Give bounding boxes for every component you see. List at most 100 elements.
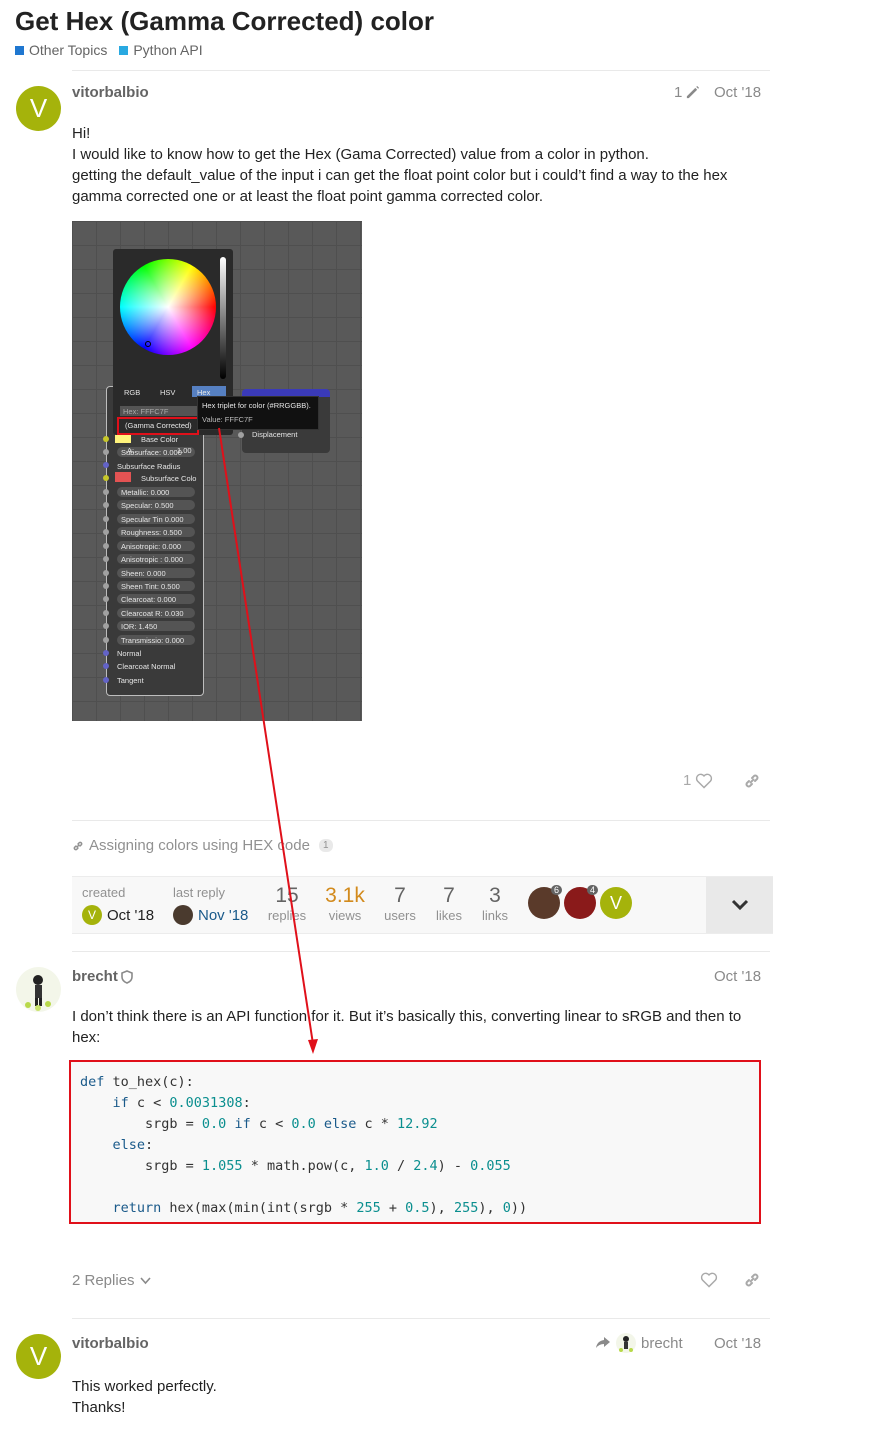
avatar-letter: V [609,892,622,913]
link-icon[interactable] [743,1271,761,1289]
node-row: Specular: 0.500 [121,501,174,510]
last-reply-label: last reply [173,885,226,900]
code-block[interactable]: def to_hex(c): if c < 0.0031308: srgb = … [69,1060,761,1224]
category-color-swatch [15,45,24,55]
stat-value: 3.1k [325,884,365,907]
last-reply-date: Nov '18 [198,906,249,924]
subsurface-color-swatch [115,472,131,482]
category-python-api[interactable]: Python API [119,42,203,58]
node-row: IOR: 1.450 [121,622,158,631]
chevron-down-icon [139,1276,151,1284]
created-date: Oct '18 [107,906,155,924]
divider [72,70,770,71]
stat-label: likes [435,908,462,923]
blender-screenshot-image[interactable]: Base Color Subsurface: 0.000 Subsurface … [72,221,362,721]
participant-avatar[interactable]: 4 [564,885,598,919]
post-author[interactable]: vitorbalbio [72,1335,149,1352]
post-author[interactable]: brecht [72,968,118,985]
avatar-letter: V [29,93,48,123]
hex-tooltip: Hex triplet for color (#RRGGBB). Value: … [197,396,319,430]
post-author-block: brecht [72,968,133,985]
tooltip-value: Value: FFFC7F [202,415,253,424]
linked-topic[interactable]: Assigning colors using HEX code 1 [72,837,333,854]
post-line: This worked perfectly. [72,1378,217,1395]
edit-count: 1 [674,84,683,101]
topic-title[interactable]: Get Hex (Gamma Corrected) color [15,6,434,37]
tab-rgb: RGB [124,388,141,397]
divider [72,951,770,952]
node-row: Clearcoat R: 0.030 [121,609,184,618]
reply-to-indicator[interactable]: brecht [595,1333,683,1353]
stat-views: 3.1k views [320,884,370,923]
like-button[interactable]: 1 [683,772,713,789]
node-row: Roughness: 0.500 [121,528,182,537]
post-line: gamma corrected one or at least the floa… [72,188,544,205]
node-row: Subsurface Radius [117,462,181,471]
post-count-badge: 6 [550,885,562,895]
category-list: Other Topics Python API [15,42,203,58]
stat-label: links [481,908,508,923]
post-date[interactable]: Oct '18 [714,84,761,101]
post-date[interactable]: Oct '18 [714,968,761,985]
stat-users[interactable]: 7 users [375,884,425,923]
expand-topic-map-button[interactable] [706,877,773,933]
edit-history[interactable]: 1 [674,84,700,101]
category-other-topics[interactable]: Other Topics [15,42,107,58]
post-line: I would like to know how to get the Hex … [72,146,649,163]
divider [72,820,770,821]
last-reply-info[interactable]: Nov '18 [173,905,248,925]
replies-label: 2 Replies [72,1272,135,1289]
node-row: Base Color [141,435,179,444]
shield-icon [121,969,133,984]
stat-likes: 7 likes [424,884,474,923]
stat-links[interactable]: 3 links [470,884,520,923]
link-icon [73,841,83,850]
avatar [173,905,193,925]
avatar[interactable]: V [16,86,61,131]
node-row: Clearcoat: 0.000 [121,595,177,604]
post-count-badge: 4 [586,885,598,895]
alpha-value: 1.00 [177,446,192,455]
category-color-swatch [119,45,129,55]
color-wheel [120,259,216,355]
heart-icon [696,773,713,789]
post-author[interactable]: vitorbalbio [72,84,149,101]
link-click-count: 1 [318,839,333,852]
category-label: Other Topics [29,42,108,58]
node-row: Metallic: 0.000 [121,488,170,497]
created-info[interactable]: V Oct '18 [82,905,154,925]
brecht-avatar-image [25,975,51,1011]
link-icon[interactable] [743,772,761,790]
avatar[interactable]: V [16,1334,61,1379]
post-date[interactable]: Oct '18 [714,1335,761,1352]
node-row: Displacement [252,430,298,439]
node-row: Anisotropic : 0.000 [121,555,184,564]
category-label: Python API [133,42,203,58]
node-row: Clearcoat Normal [117,662,176,671]
created-label: created [82,885,126,900]
alpha-label: A: [127,446,135,455]
stat-label: users [384,908,416,923]
node-row: Transmissio: 0.000 [121,636,185,645]
value-slider [220,257,226,379]
node-row: Subsurface Colo [141,474,197,483]
node-row: Specular Tin 0.000 [121,515,184,524]
linked-topic-title: Assigning colors using HEX code [89,837,310,854]
post-line: Thanks! [72,1399,126,1416]
participant-avatar[interactable]: 6 [528,885,562,919]
post-body: Hi! I would like to know how to get the … [72,123,762,207]
node-row: Anisotropic: 0.000 [121,542,182,551]
replies-toggle[interactable]: 2 Replies [72,1272,151,1289]
participant-avatar[interactable]: V [600,887,632,919]
stat-replies[interactable]: 15 replies [262,884,312,923]
heart-icon[interactable] [700,1272,718,1288]
node-row: Sheen Tint: 0.500 [121,582,180,591]
hex-field: Hex: FFFC7F [123,407,169,416]
node-row: Sheen: 0.000 [121,569,166,578]
stat-value: 7 [443,884,455,907]
node-row: Tangent [117,676,144,685]
chevron-down-icon [731,899,748,911]
avatar[interactable] [16,967,61,1012]
stat-label: views [328,908,362,923]
gamma-corrected-label: (Gamma Corrected) [125,421,192,430]
